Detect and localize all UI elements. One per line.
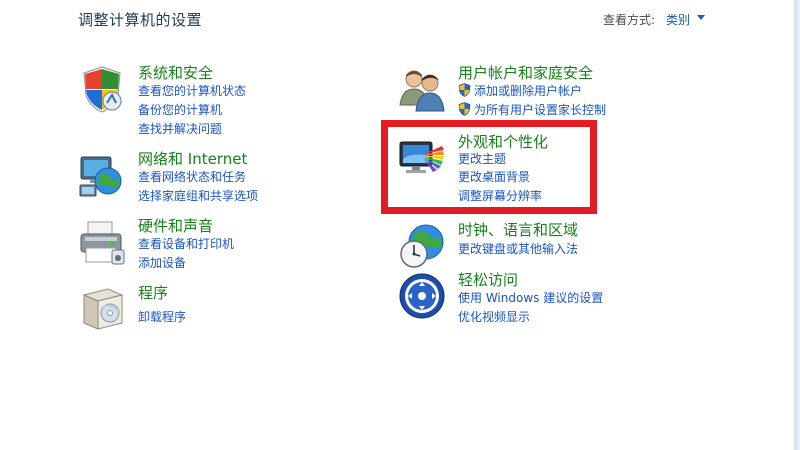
link-parental-controls[interactable]: 为所有用户设置家长控制 xyxy=(458,101,606,118)
link-parental-controls-label: 为所有用户设置家长控制 xyxy=(474,103,607,117)
category-title-system-security[interactable]: 系统和安全 xyxy=(138,62,213,83)
category-title-network[interactable]: 网络和 Internet xyxy=(138,148,247,169)
uac-shield-icon xyxy=(458,102,471,116)
programs-box-icon[interactable] xyxy=(78,285,126,333)
window-right-edge xyxy=(794,0,800,450)
network-globe-icon[interactable] xyxy=(78,151,126,199)
link-optimize-display[interactable]: 优化视频显示 xyxy=(458,308,530,325)
category-title-user-accounts[interactable]: 用户帐户和家庭安全 xyxy=(458,62,593,83)
category-title-clock[interactable]: 时钟、语言和区域 xyxy=(458,219,578,240)
link-backup-computer[interactable]: 备份您的计算机 xyxy=(138,101,222,118)
printer-icon[interactable] xyxy=(78,218,126,266)
category-title-ease[interactable]: 轻松访问 xyxy=(458,269,518,290)
ease-of-access-icon[interactable] xyxy=(398,272,446,320)
link-troubleshoot[interactable]: 查找并解决问题 xyxy=(138,120,222,137)
link-view-computer-status[interactable]: 查看您的计算机状态 xyxy=(138,82,246,99)
link-add-device[interactable]: 添加设备 xyxy=(138,254,186,271)
link-add-remove-accounts-label: 添加或删除用户帐户 xyxy=(474,84,583,98)
uac-shield-icon xyxy=(458,83,471,97)
link-homegroup-sharing[interactable]: 选择家庭组和共享选项 xyxy=(138,187,258,204)
link-change-keyboard-input[interactable]: 更改键盘或其他输入法 xyxy=(458,240,578,257)
security-shield-icon[interactable] xyxy=(78,65,126,113)
link-uninstall-program[interactable]: 卸载程序 xyxy=(138,308,186,325)
category-title-programs[interactable]: 程序 xyxy=(138,282,168,303)
page-title: 调整计算机的设置 xyxy=(78,11,203,29)
link-devices-printers[interactable]: 查看设备和打印机 xyxy=(138,235,234,252)
clock-globe-icon[interactable] xyxy=(398,222,446,270)
highlight-box xyxy=(381,120,597,214)
link-add-remove-accounts[interactable]: 添加或删除用户帐户 xyxy=(458,82,582,99)
view-by-label: 查看方式: xyxy=(603,13,656,27)
view-by-dropdown[interactable]: 类别 xyxy=(666,11,690,28)
control-panel-window: 调整计算机的设置 查看方式: 类别 系统和安全 查看您的计算机状态 备份您的计算… xyxy=(0,0,800,450)
chevron-down-icon[interactable] xyxy=(697,15,705,20)
link-network-status[interactable]: 查看网络状态和任务 xyxy=(138,168,246,185)
link-recommended-settings[interactable]: 使用 Windows 建议的设置 xyxy=(458,289,603,306)
category-title-hardware[interactable]: 硬件和声音 xyxy=(138,215,213,236)
users-icon[interactable] xyxy=(398,65,446,113)
